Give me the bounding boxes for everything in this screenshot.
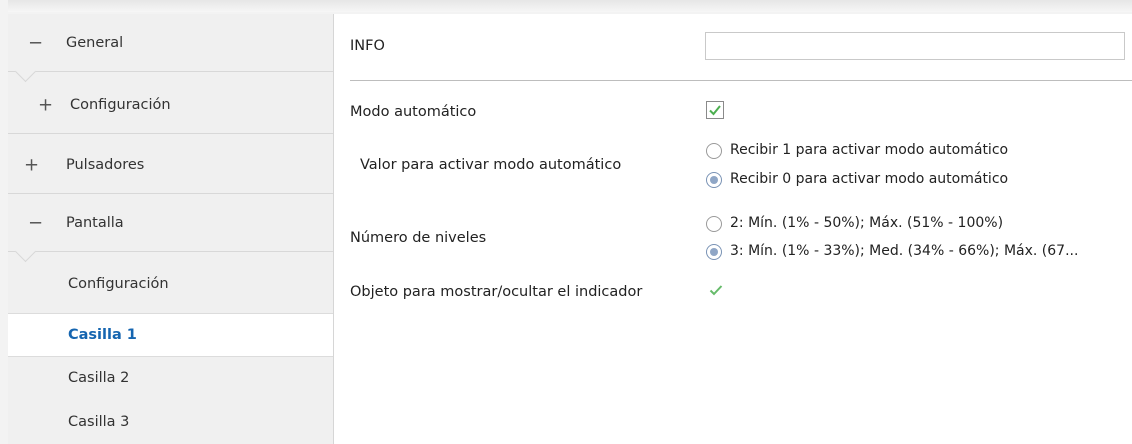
sidebar-item-pantalla[interactable]: − Pantalla [8,194,333,263]
window-frame: − General + Configuración + Pulsadores −… [0,0,1132,444]
auto-mode-checkbox[interactable] [706,101,724,119]
sidebar-subitem-label: Configuración [68,276,169,292]
divider [350,80,1132,81]
activate-value-label: Valor para activar modo automático [360,157,622,173]
levels-label: Número de niveles [350,230,487,246]
auto-mode-label: Modo automático [350,104,477,120]
info-label: INFO [350,38,385,54]
activate-value-option-1[interactable]: Recibir 1 para activar modo automático [706,142,1126,164]
collapse-icon: − [28,212,44,233]
indicator-label: Objeto para mostrar/ocultar el indicador [350,284,643,300]
sidebar-item-label: Pantalla [66,214,124,231]
sidebar-item-configuracion[interactable]: + Configuración [8,76,333,134]
sidebar-subitem-label: Casilla 1 [68,327,137,343]
window-top-shadow [8,0,1132,12]
sidebar: − General + Configuración + Pulsadores −… [8,14,334,444]
expand-icon: + [38,94,54,115]
sidebar-subitem-casilla-2[interactable]: Casilla 2 [8,356,333,400]
tree-notch [14,240,37,263]
parameters-panel: INFO Modo automático Valor para activar … [334,14,1132,444]
sidebar-item-general[interactable]: − General [8,14,333,83]
sidebar-subitem-label: Casilla 3 [68,414,130,430]
expand-icon: + [24,154,40,175]
activate-value-option-2[interactable]: Recibir 0 para activar modo automático [706,171,1126,193]
sidebar-subitem-casilla-3[interactable]: Casilla 3 [8,400,333,444]
radio-label: Recibir 0 para activar modo automático [730,171,1009,187]
indicator-checkbox[interactable] [708,282,726,300]
sidebar-subitem-configuracion[interactable]: Configuración [8,262,333,306]
radio-button [706,143,722,159]
radio-button-selected [706,244,722,260]
radio-button-selected [706,172,722,188]
sidebar-item-label: Pulsadores [66,156,145,173]
sidebar-subitem-casilla-1[interactable]: Casilla 1 [8,313,333,357]
radio-label: 2: Mín. (1% - 50%); Máx. (51% - 100%) [730,215,1004,231]
checkmark-icon [709,285,723,296]
radio-label: 3: Mín. (1% - 33%); Med. (34% - 66%); Má… [730,243,1079,259]
checkmark-icon [709,105,721,116]
radio-button [706,216,722,232]
collapse-icon: − [28,32,44,53]
sidebar-subitem-label: Casilla 2 [68,370,130,386]
levels-option-3[interactable]: 3: Mín. (1% - 33%); Med. (34% - 66%); Má… [706,243,1126,265]
info-input[interactable] [705,32,1125,60]
levels-option-2[interactable]: 2: Mín. (1% - 50%); Máx. (51% - 100%) [706,215,1126,237]
sidebar-item-pulsadores[interactable]: + Pulsadores [8,136,333,194]
sidebar-item-label: Configuración [70,96,171,113]
sidebar-item-label: General [66,34,124,51]
radio-label: Recibir 1 para activar modo automático [730,142,1009,158]
